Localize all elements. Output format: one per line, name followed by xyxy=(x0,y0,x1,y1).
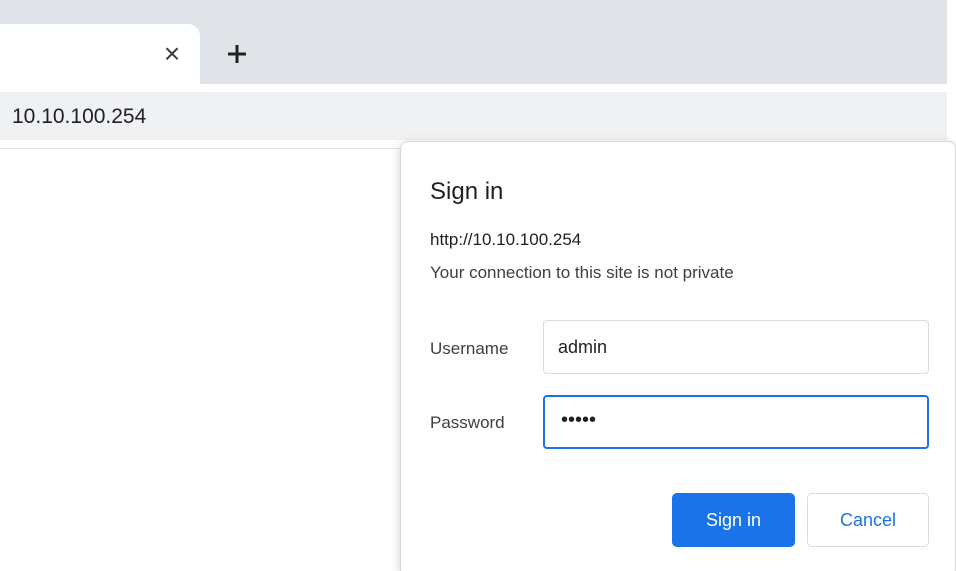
dialog-site-url: http://10.10.100.254 xyxy=(430,230,582,249)
connection-warning: Your connection to this site is not priv… xyxy=(430,263,734,282)
dialog-title: Sign in xyxy=(430,178,504,205)
password-label: Password xyxy=(430,413,505,432)
toolbar: 10.10.100.254 xyxy=(0,84,956,148)
plus-icon-glyph xyxy=(228,45,246,63)
sign-in-button[interactable]: Sign in xyxy=(672,493,795,547)
browser-tab[interactable]: × xyxy=(0,24,200,86)
password-field[interactable]: ••••• xyxy=(543,395,929,449)
password-masked-value: ••••• xyxy=(561,409,597,431)
cancel-button[interactable]: Cancel xyxy=(807,493,929,547)
plus-icon[interactable] xyxy=(222,39,252,69)
sign-in-dialog: Sign in http://10.10.100.254 Your connec… xyxy=(400,141,956,571)
close-icon[interactable]: × xyxy=(158,40,186,68)
username-label: Username xyxy=(430,339,509,358)
username-field[interactable] xyxy=(543,320,929,374)
address-bar[interactable]: 10.10.100.254 xyxy=(0,92,947,140)
tab-strip: × xyxy=(0,0,947,86)
browser-window: × 10.10.100.254 Sign in http://10.10.100… xyxy=(0,0,956,571)
address-bar-url[interactable]: 10.10.100.254 xyxy=(12,105,146,129)
